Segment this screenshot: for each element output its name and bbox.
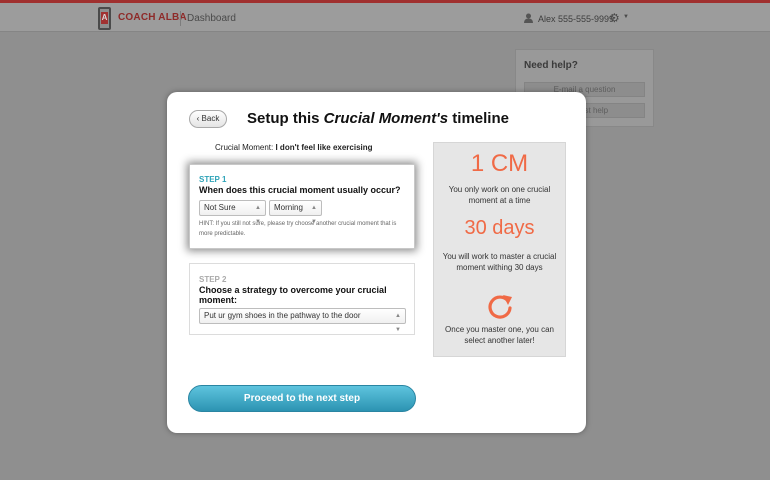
- when-select-value: Not Sure: [204, 203, 236, 212]
- brand-divider: [180, 11, 181, 26]
- modal-title: Setup this Crucial Moment's timeline: [247, 110, 509, 127]
- step-2-label: STEP 2: [199, 275, 227, 284]
- part-of-day-value: Morning: [274, 203, 303, 212]
- strategy-select-value: Put ur gym shoes in the pathway to the d…: [204, 311, 361, 320]
- user-account-label[interactable]: Alex 555-555-9999: [538, 14, 614, 24]
- part-of-day-select[interactable]: Morning ▲ ▼: [269, 200, 322, 225]
- title-emphasis: Crucial Moment's: [323, 110, 449, 127]
- crucial-moment-label: Crucial Moment:: [215, 143, 274, 152]
- crucial-moment-line: Crucial Moment: I don't feel like exerci…: [215, 143, 373, 152]
- step-1-question: When does this crucial moment usually oc…: [199, 185, 401, 195]
- step-1-card: STEP 1 When does this crucial moment usu…: [189, 164, 415, 249]
- cm-count: 1 CM: [470, 150, 529, 177]
- gear-icon[interactable]: ⚙: [609, 12, 620, 24]
- step-1-label: STEP 1: [199, 175, 227, 184]
- title-prefix: Setup this: [247, 110, 324, 127]
- phone-logo-icon[interactable]: A: [98, 7, 111, 30]
- dashboard-link[interactable]: Dashboard: [187, 13, 236, 24]
- days-count: 30 days: [464, 217, 535, 239]
- strategy-select[interactable]: Put ur gym shoes in the pathway to the d…: [199, 308, 406, 333]
- cm-description: You only work on one crucial moment at a…: [448, 185, 551, 205]
- days-description: You will work to master a crucial moment…: [442, 252, 557, 272]
- back-button[interactable]: ‹ Back: [189, 110, 227, 128]
- back-button-label: Back: [201, 114, 220, 123]
- user-icon: [524, 13, 533, 23]
- top-navigation-bar: A COACH ALBA Dashboard Alex 555-555-9999…: [0, 0, 770, 32]
- step-1-hint: HINT: If you still not sure, please try …: [199, 221, 397, 237]
- info-panel: 1 CM You only work on one crucial moment…: [433, 142, 566, 357]
- master-description: Once you master one, you can select anot…: [445, 325, 554, 345]
- step-2-question: Choose a strategy to overcome your cruci…: [199, 285, 387, 305]
- brand-name[interactable]: COACH ALBA: [118, 12, 187, 23]
- step-2-card: STEP 2 Choose a strategy to overcome you…: [189, 263, 415, 335]
- title-suffix: timeline: [448, 110, 509, 127]
- proceed-next-step-button[interactable]: Proceed to the next step: [188, 385, 416, 412]
- crucial-moment-value: I don't feel like exercising: [275, 143, 373, 152]
- setup-timeline-modal: ‹ Back Setup this Crucial Moment's timel…: [167, 92, 586, 433]
- help-title: Need help?: [524, 60, 578, 71]
- chevron-down-icon: ▲ ▼: [395, 313, 401, 333]
- refresh-icon: [488, 295, 512, 319]
- when-select[interactable]: Not Sure ▲ ▼: [199, 200, 266, 225]
- caret-down-icon[interactable]: ▼: [623, 14, 629, 20]
